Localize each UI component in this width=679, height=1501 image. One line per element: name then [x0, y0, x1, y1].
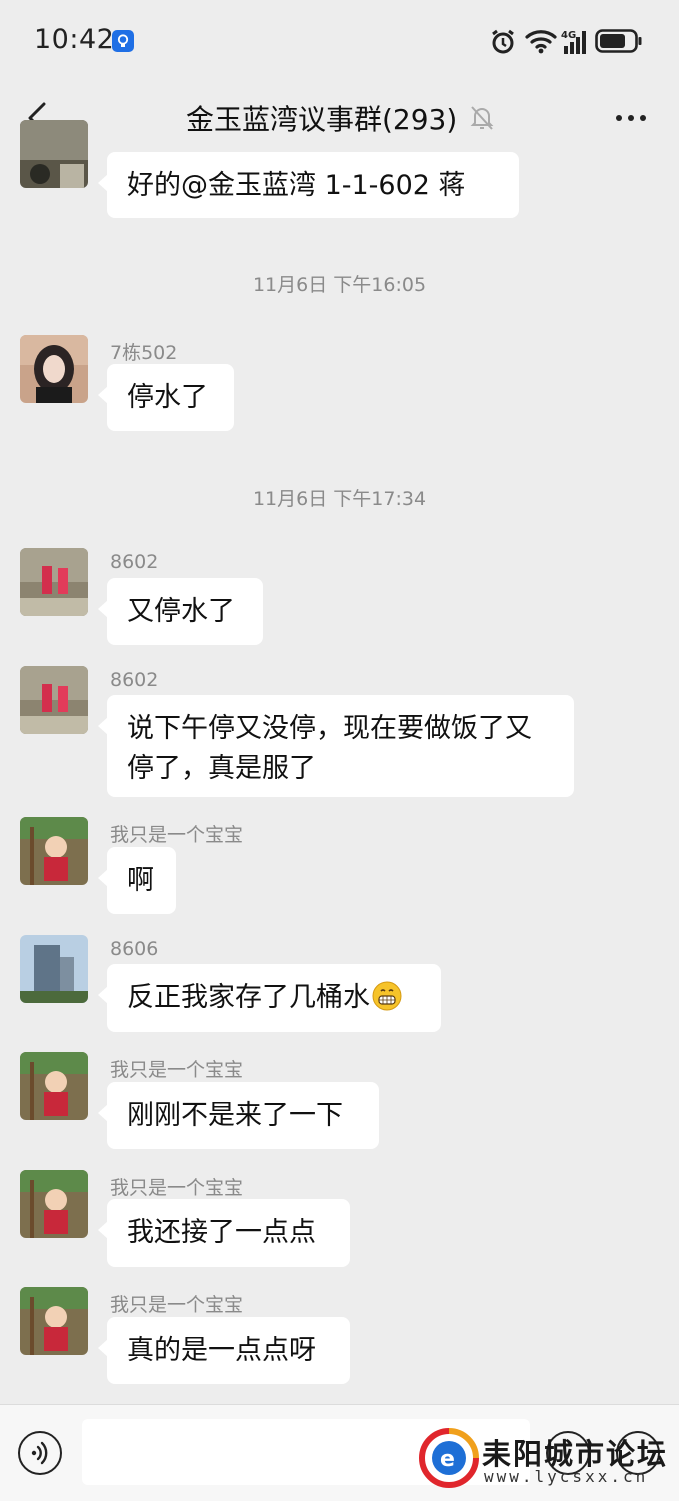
- avatar[interactable]: [20, 120, 88, 188]
- sender-name: 7栋502: [110, 342, 178, 364]
- forum-logo-icon: e: [419, 1428, 479, 1488]
- sender-name: 我只是一个宝宝: [110, 1294, 244, 1316]
- clock: 10:42: [34, 24, 115, 55]
- watermark-url: www.lycsxx.cn: [484, 1467, 649, 1486]
- avatar[interactable]: [20, 1052, 88, 1120]
- message-text-line: 停了，真是服了: [127, 753, 316, 784]
- avatar[interactable]: [20, 935, 88, 1003]
- alarm-icon: [492, 29, 514, 54]
- message-text: 又停水了: [127, 596, 235, 627]
- grinning-face-emoji-icon: [372, 981, 402, 1011]
- message-text: 停水了: [127, 382, 208, 413]
- avatar[interactable]: [20, 548, 88, 616]
- voice-wave-icon: [31, 1441, 48, 1465]
- message-bubble[interactable]: 啊: [98, 847, 176, 914]
- avatar[interactable]: [20, 817, 88, 885]
- message-text: 反正我家存了几桶水: [127, 982, 370, 1013]
- sender-name: 我只是一个宝宝: [110, 824, 244, 846]
- wifi-icon: [525, 30, 557, 54]
- message-text: 啊: [127, 865, 154, 896]
- sender-name: 8606: [110, 938, 159, 960]
- message-bubble[interactable]: 停水了: [98, 364, 234, 431]
- avatar[interactable]: [20, 1287, 88, 1355]
- sender-name: 我只是一个宝宝: [110, 1177, 244, 1199]
- sender-name: 我只是一个宝宝: [110, 1059, 244, 1081]
- status-bar: 10:42 4G: [0, 0, 679, 84]
- message-text-line: 说下午停又没停，现在要做饭了又: [127, 713, 532, 744]
- input-bar: e 耒阳城市论坛 www.lycsxx.cn: [0, 1404, 679, 1501]
- message-bubble[interactable]: 我还接了一点点: [98, 1199, 350, 1267]
- message-timestamp: 11月6日 下午17:34: [252, 488, 427, 510]
- message-text: 刚刚不是来了一下: [127, 1100, 343, 1131]
- avatar[interactable]: [20, 1170, 88, 1238]
- message-text: 我还接了一点点: [127, 1217, 316, 1248]
- message-text: 真的是一点点呀: [127, 1335, 316, 1366]
- avatar[interactable]: [20, 666, 88, 734]
- message-text: 好的@金玉蓝湾 1-1-602 蒋: [127, 170, 466, 201]
- chat-header: 金玉蓝湾议事群(293): [0, 84, 679, 154]
- message-bubble[interactable]: 说下午停又没停，现在要做饭了又 停了，真是服了: [98, 695, 574, 797]
- message-bubble[interactable]: 反正我家存了几桶水: [98, 964, 441, 1032]
- lightbulb-notification-icon: [112, 30, 134, 52]
- voice-input-button[interactable]: [18, 1431, 62, 1475]
- message-bubble[interactable]: 真的是一点点呀: [98, 1317, 350, 1384]
- more-options-icon[interactable]: [615, 114, 647, 122]
- avatar[interactable]: [20, 335, 88, 403]
- message-bubble[interactable]: 刚刚不是来了一下: [98, 1082, 379, 1149]
- svg-text:4G: 4G: [561, 30, 576, 41]
- mute-bell-icon: [470, 106, 494, 130]
- message-timestamp: 11月6日 下午16:05: [252, 274, 427, 296]
- chat-title: 金玉蓝湾议事群(293): [186, 103, 458, 136]
- svg-text:e: e: [440, 1447, 455, 1472]
- forum-watermark: e 耒阳城市论坛 www.lycsxx.cn: [418, 1427, 668, 1493]
- signal-4g-icon: 4G: [561, 30, 586, 54]
- message-bubble[interactable]: 好的@金玉蓝湾 1-1-602 蒋: [98, 152, 519, 218]
- message-bubble[interactable]: 又停水了: [98, 578, 263, 645]
- sender-name: 8602: [110, 669, 159, 691]
- sender-name: 8602: [110, 551, 159, 573]
- battery-icon: [595, 29, 642, 53]
